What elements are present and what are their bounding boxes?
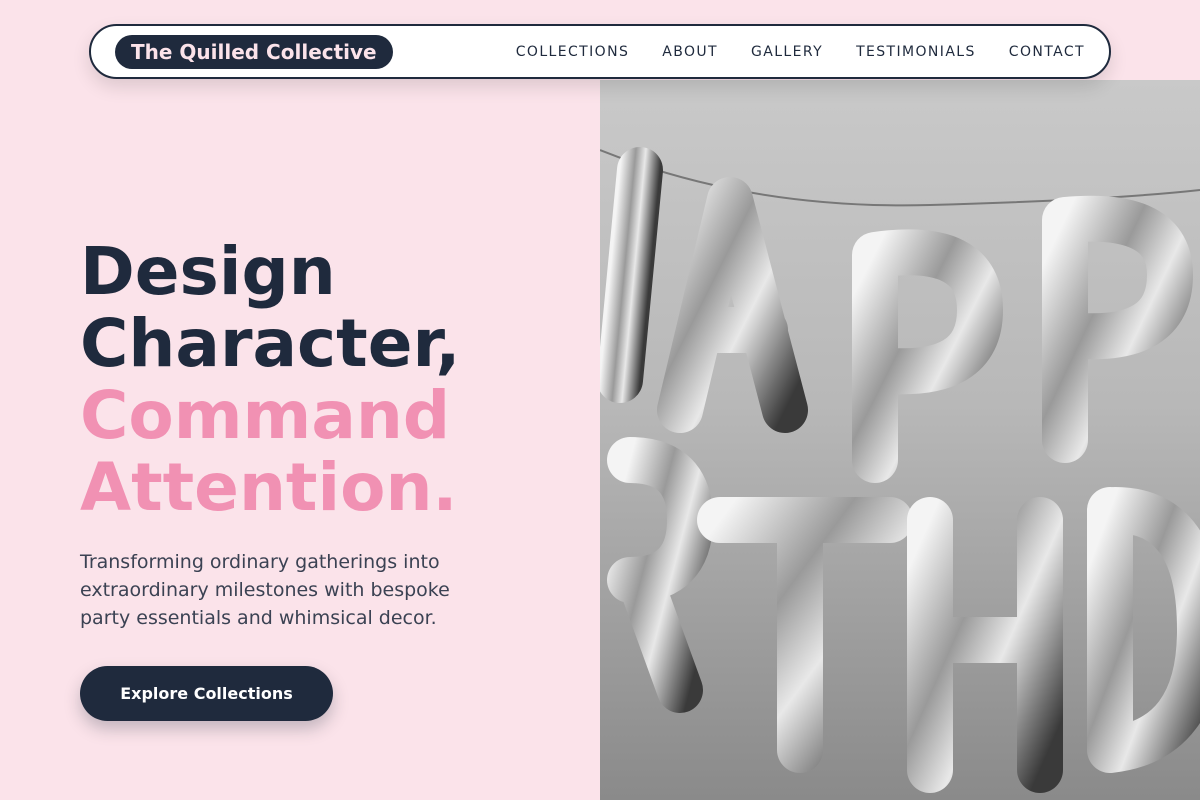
explore-collections-button[interactable]: Explore Collections xyxy=(80,666,333,721)
hero-subtitle: Transforming ordinary gatherings into ex… xyxy=(80,551,450,629)
nav-link-about[interactable]: ABOUT xyxy=(662,44,718,60)
top-navigation: The Quilled Collective COLLECTIONS ABOUT… xyxy=(89,24,1111,79)
nav-link-testimonials[interactable]: TESTIMONIALS xyxy=(856,44,976,60)
nav-link-collections[interactable]: COLLECTIONS xyxy=(516,44,629,60)
nav-link-gallery[interactable]: GALLERY xyxy=(751,44,823,60)
headline-line-4: Attention. xyxy=(80,449,458,526)
hero-headline: Design Character, Command Attention. xyxy=(80,236,580,524)
headline-line-3: Command xyxy=(80,377,451,454)
brand-logo[interactable]: The Quilled Collective xyxy=(115,34,393,69)
hero-text: Design Character, Command Attention. Tra… xyxy=(80,236,580,632)
nav-link-contact[interactable]: CONTACT xyxy=(1009,44,1085,60)
headline-line-1: Design xyxy=(80,233,336,310)
headline-line-2: Character, xyxy=(80,305,461,382)
balloon-illustration xyxy=(600,147,1200,793)
birthday-balloons-image xyxy=(600,80,1200,800)
nav-links: COLLECTIONS ABOUT GALLERY TESTIMONIALS C… xyxy=(516,44,1085,60)
